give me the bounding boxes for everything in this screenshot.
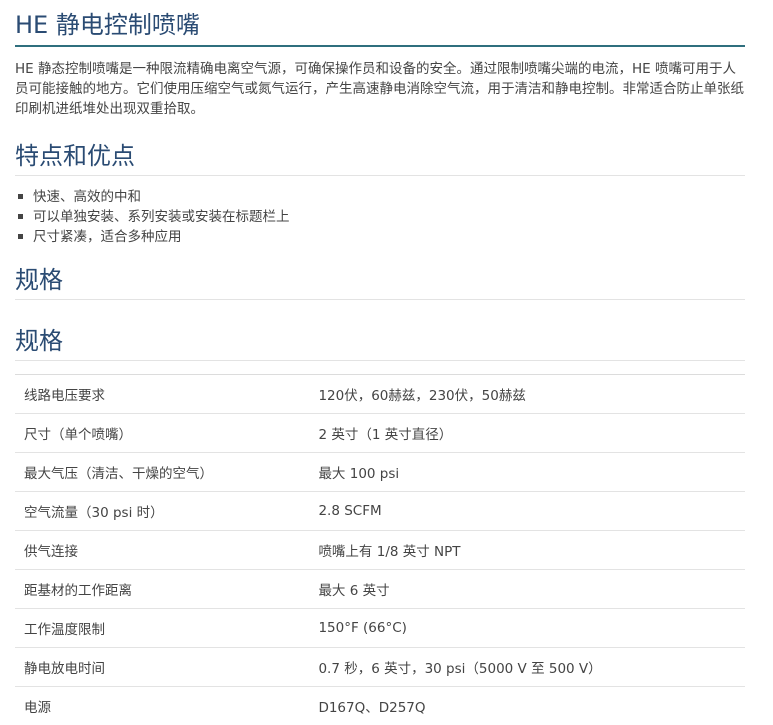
spec-value: 2 英寸（1 英寸直径） xyxy=(310,414,745,453)
feature-item: 可以单独安装、系列安装或安装在标题栏上 xyxy=(15,207,745,227)
spec-label: 工作温度限制 xyxy=(15,609,310,648)
table-row: 工作温度限制 150°F (66°C) xyxy=(15,609,745,648)
spec-label: 电源 xyxy=(15,687,310,725)
spec-value: 150°F (66°C) xyxy=(310,609,745,648)
features-list: 快速、高效的中和 可以单独安装、系列安装或安装在标题栏上 尺寸紧凑，适合多种应用 xyxy=(15,187,745,247)
spec-label: 距基材的工作距离 xyxy=(15,570,310,609)
spec-value: 喷嘴上有 1/8 英寸 NPT xyxy=(310,531,745,570)
features-heading: 特点和优点 xyxy=(15,141,745,176)
feature-item: 尺寸紧凑，适合多种应用 xyxy=(15,227,745,247)
intro-paragraph: HE 静态控制喷嘴是一种限流精确电离空气源，可确保操作员和设备的安全。通过限制喷… xyxy=(15,59,745,119)
title-bar: HE 静电控制喷嘴 xyxy=(15,0,745,47)
table-row: 静电放电时间 0.7 秒，6 英寸，30 psi（5000 V 至 500 V） xyxy=(15,648,745,687)
product-page: HE 静电控制喷嘴 HE 静态控制喷嘴是一种限流精确电离空气源，可确保操作员和设… xyxy=(0,0,773,725)
feature-item: 快速、高效的中和 xyxy=(15,187,745,207)
spec-value: 最大 6 英寸 xyxy=(310,570,745,609)
spec-value: 2.8 SCFM xyxy=(310,492,745,531)
spec-label: 静电放电时间 xyxy=(15,648,310,687)
table-row: 最大气压（清洁、干燥的空气） 最大 100 psi xyxy=(15,453,745,492)
table-row: 距基材的工作距离 最大 6 英寸 xyxy=(15,570,745,609)
spec-label: 最大气压（清洁、干燥的空气） xyxy=(15,453,310,492)
spec-value: 120伏，60赫兹，230伏，50赫兹 xyxy=(310,375,745,414)
spec-label: 供气连接 xyxy=(15,531,310,570)
spec-label: 尺寸（单个喷嘴） xyxy=(15,414,310,453)
specs-heading: 规格 xyxy=(15,326,745,361)
spec-label: 空气流量（30 psi 时） xyxy=(15,492,310,531)
page-title: HE 静电控制喷嘴 xyxy=(15,10,745,45)
table-row: 空气流量（30 psi 时） 2.8 SCFM xyxy=(15,492,745,531)
spec-value: D167Q、D257Q xyxy=(310,687,745,725)
table-row: 电源 D167Q、D257Q xyxy=(15,687,745,725)
specs-table: 线路电压要求 120伏，60赫兹，230伏，50赫兹 尺寸（单个喷嘴） 2 英寸… xyxy=(15,374,745,725)
spec-label: 线路电压要求 xyxy=(15,375,310,414)
specs-heading-collapsed[interactable]: 规格 xyxy=(15,265,745,300)
table-row: 供气连接 喷嘴上有 1/8 英寸 NPT xyxy=(15,531,745,570)
table-row: 线路电压要求 120伏，60赫兹，230伏，50赫兹 xyxy=(15,375,745,414)
spec-value: 0.7 秒，6 英寸，30 psi（5000 V 至 500 V） xyxy=(310,648,745,687)
spec-value: 最大 100 psi xyxy=(310,453,745,492)
table-row: 尺寸（单个喷嘴） 2 英寸（1 英寸直径） xyxy=(15,414,745,453)
